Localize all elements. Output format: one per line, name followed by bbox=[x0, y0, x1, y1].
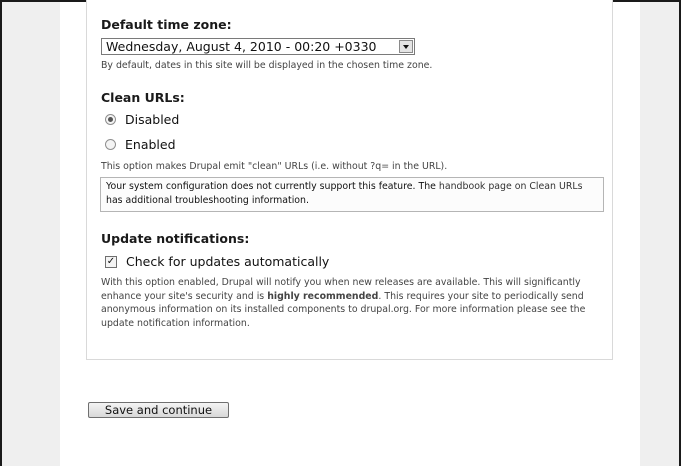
clean-urls-option-disabled[interactable]: Disabled bbox=[105, 112, 179, 127]
update-checkbox[interactable]: ✓ bbox=[105, 255, 117, 268]
left-gutter bbox=[2, 2, 60, 466]
update-description: With this option enabled, Drupal will no… bbox=[101, 276, 605, 330]
update-checkbox-label[interactable]: Check for updates automatically bbox=[126, 254, 329, 269]
update-desc-text-3: . bbox=[246, 317, 250, 329]
notice-text-2: has additional troubleshooting informati… bbox=[106, 195, 309, 206]
radio-disabled-label[interactable]: Disabled bbox=[125, 112, 179, 127]
timezone-selected-value: Wednesday, August 4, 2010 - 00:20 +0330 bbox=[106, 39, 377, 54]
notice-text-1: Your system configuration does not curre… bbox=[106, 181, 439, 192]
save-and-continue-button[interactable]: Save and continue bbox=[88, 402, 229, 418]
clean-urls-label: Clean URLs: bbox=[101, 90, 185, 105]
clean-urls-notice: Your system configuration does not curre… bbox=[100, 177, 604, 212]
radio-enabled[interactable] bbox=[105, 139, 116, 150]
timezone-description: By default, dates in this site will be d… bbox=[101, 60, 433, 71]
right-gutter bbox=[640, 2, 679, 466]
clean-urls-description: This option makes Drupal emit "clean" UR… bbox=[101, 161, 448, 172]
update-desc-bold: highly recommended bbox=[267, 290, 379, 302]
clean-urls-option-enabled[interactable]: Enabled bbox=[105, 137, 176, 152]
update-check-row[interactable]: ✓ Check for updates automatically bbox=[105, 254, 329, 269]
update-notification-link[interactable]: update notification information bbox=[101, 318, 247, 329]
timezone-select[interactable]: Wednesday, August 4, 2010 - 00:20 +0330 bbox=[101, 38, 415, 55]
update-notifications-label: Update notifications: bbox=[101, 231, 250, 246]
dropdown-arrow-icon[interactable] bbox=[399, 40, 413, 53]
timezone-label: Default time zone: bbox=[101, 17, 232, 32]
clean-urls-handbook-link[interactable]: handbook page on Clean URLs bbox=[439, 181, 583, 192]
radio-enabled-label[interactable]: Enabled bbox=[125, 137, 176, 152]
radio-disabled[interactable] bbox=[105, 114, 116, 125]
